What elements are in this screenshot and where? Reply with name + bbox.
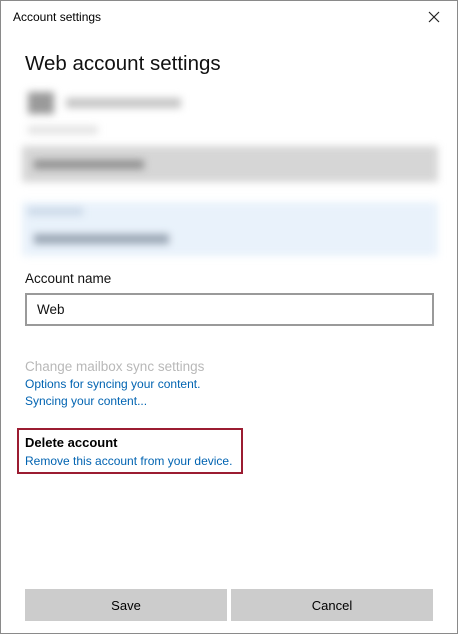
title-bar: Account settings: [1, 1, 457, 33]
account-name-label: Account name: [25, 271, 112, 286]
close-icon: [428, 11, 440, 23]
syncing-content-link[interactable]: Syncing your content...: [25, 394, 147, 408]
window-title: Account settings: [13, 10, 102, 24]
cancel-button[interactable]: Cancel: [231, 589, 433, 621]
sync-settings-title: Change mailbox sync settings: [25, 359, 205, 374]
delete-account-title: Delete account: [25, 435, 118, 450]
close-button[interactable]: [421, 5, 447, 29]
remove-account-link[interactable]: Remove this account from your device.: [25, 454, 232, 468]
save-button[interactable]: Save: [25, 589, 227, 621]
page-title: Web account settings: [25, 52, 221, 75]
sync-options-link[interactable]: Options for syncing your content.: [25, 377, 200, 391]
account-name-input[interactable]: [25, 293, 434, 326]
redacted-account-details: [0, 82, 458, 272]
